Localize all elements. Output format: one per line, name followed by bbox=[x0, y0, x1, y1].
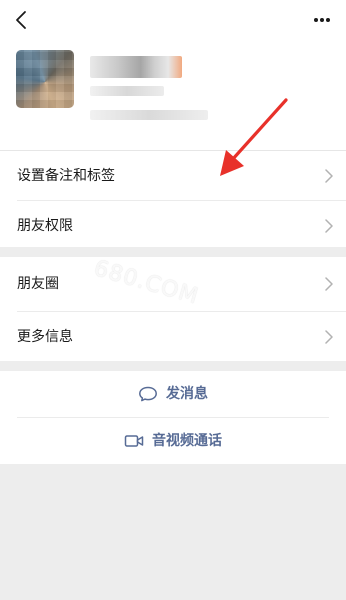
more-horizontal-icon bbox=[314, 18, 330, 22]
chat-bubble-icon bbox=[139, 386, 157, 402]
contact-name-blurred bbox=[90, 56, 182, 78]
friend-permissions-row[interactable]: 朋友权限 bbox=[0, 201, 346, 251]
profile-header bbox=[0, 40, 346, 150]
set-remark-and-tags-label: 设置备注和标签 bbox=[17, 168, 115, 184]
video-camera-icon bbox=[124, 435, 144, 447]
avatar[interactable] bbox=[16, 50, 74, 108]
actions-section: 发消息 音视频通话 bbox=[0, 371, 346, 464]
chevron-right-icon bbox=[325, 277, 333, 291]
settings-section: 设置备注和标签 朋友权限 bbox=[0, 150, 346, 247]
contact-id-blurred bbox=[90, 86, 164, 96]
chevron-right-icon bbox=[325, 330, 333, 344]
video-call-button[interactable]: 音视频通话 bbox=[0, 418, 346, 464]
more-options-button[interactable] bbox=[304, 6, 340, 34]
top-navbar bbox=[0, 0, 346, 40]
set-remark-and-tags-row[interactable]: 设置备注和标签 bbox=[0, 151, 346, 201]
send-message-button[interactable]: 发消息 bbox=[0, 371, 346, 417]
friend-permissions-label: 朋友权限 bbox=[17, 218, 73, 234]
send-message-label: 发消息 bbox=[166, 386, 208, 402]
chevron-left-icon bbox=[16, 11, 26, 29]
chevron-right-icon bbox=[325, 219, 333, 233]
moments-label: 朋友圈 bbox=[17, 276, 59, 292]
video-call-label: 音视频通话 bbox=[152, 433, 222, 449]
chevron-right-icon bbox=[325, 169, 333, 183]
contact-region-blurred bbox=[90, 110, 208, 120]
contact-profile-page: 设置备注和标签 朋友权限 朋友圈 更多信息 发消息 音视频通话 680.COM bbox=[0, 0, 346, 600]
back-button[interactable] bbox=[8, 6, 36, 34]
more-info-label: 更多信息 bbox=[17, 329, 73, 345]
